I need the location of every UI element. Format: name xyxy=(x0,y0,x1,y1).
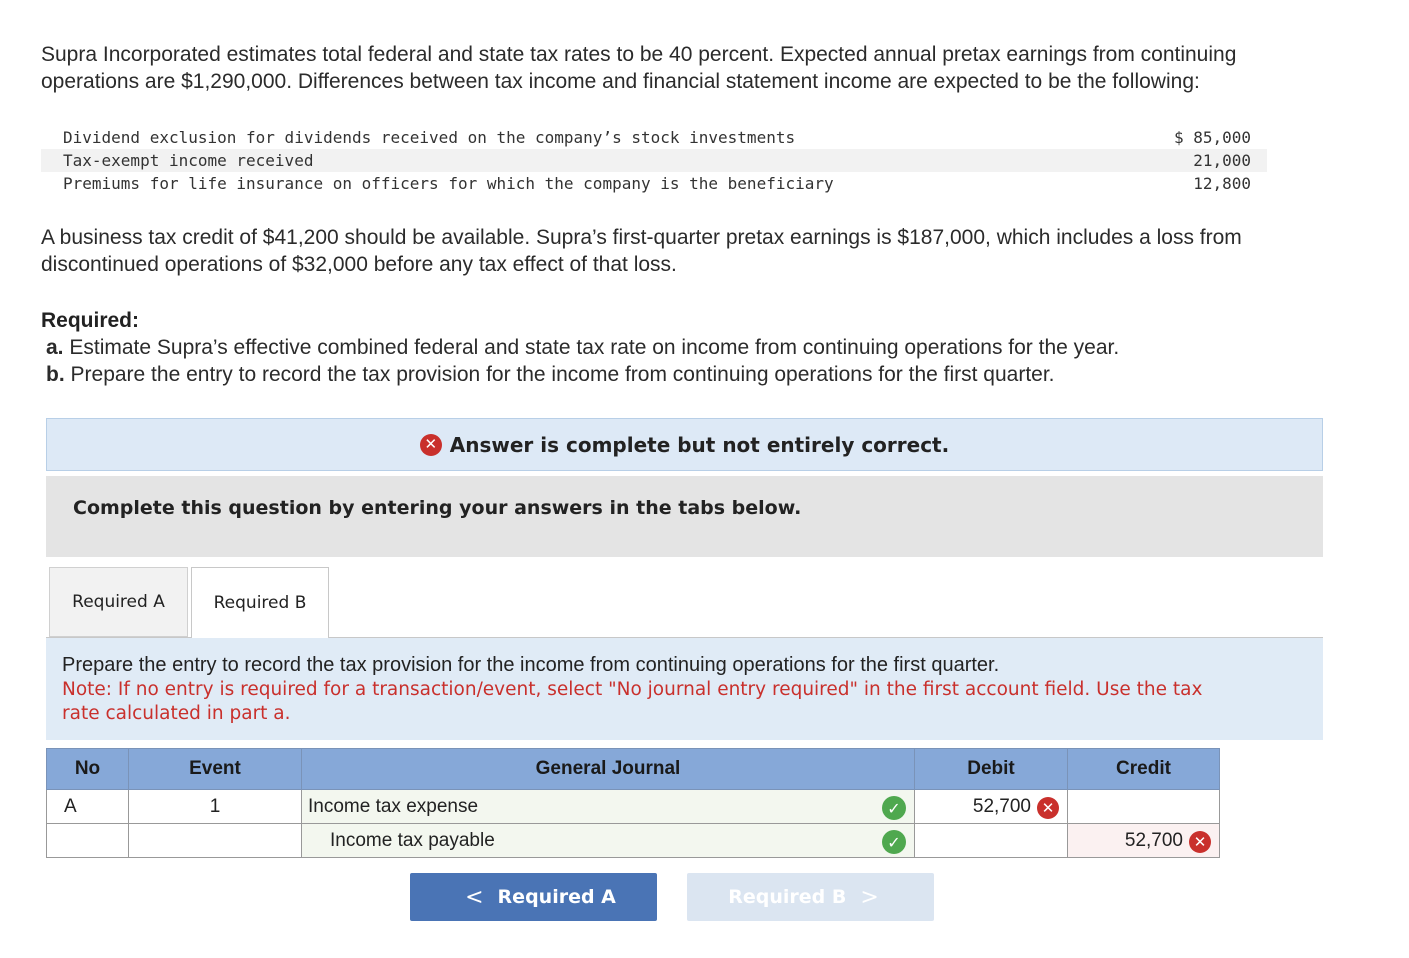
required-b-text: Prepare the entry to record the tax prov… xyxy=(70,363,1055,386)
difference-row: Tax-exempt income received 21,000 xyxy=(41,149,1267,172)
credit-line-2: discontinued operations of $32,000 befor… xyxy=(41,253,677,276)
difference-amount: $ 85,000 xyxy=(1173,128,1251,147)
prev-button-label: Required A xyxy=(497,886,616,908)
tab-label: Required A xyxy=(72,592,165,612)
difference-label: Tax-exempt income received xyxy=(63,151,314,170)
tab-prompt: Prepare the entry to record the tax prov… xyxy=(62,654,1000,676)
x-circle-icon: ✕ xyxy=(419,433,442,456)
problem-intro: Supra Incorporated estimates total feder… xyxy=(41,41,1401,95)
instruction-text: Complete this question by entering your … xyxy=(73,497,802,519)
tab-required-a[interactable]: Required A xyxy=(49,567,188,637)
tab-required-b[interactable]: Required B xyxy=(191,567,329,638)
required-b-label: b. xyxy=(46,363,65,386)
differences-table: Dividend exclusion for dividends receive… xyxy=(41,126,1267,195)
required-a-label: a. xyxy=(46,336,64,359)
difference-amount: 21,000 xyxy=(1193,151,1251,170)
account-name: Income tax expense xyxy=(308,795,479,817)
intro-line-1: Supra Incorporated estimates total feder… xyxy=(41,43,1237,66)
note-line-2: rate calculated in part a. xyxy=(62,703,291,724)
difference-row: Dividend exclusion for dividends receive… xyxy=(41,126,1267,149)
tab-note: Note: If no entry is required for a tran… xyxy=(62,678,1302,726)
header-event: Event xyxy=(128,748,302,790)
intro-line-2: operations are $1,290,000. Differences b… xyxy=(41,70,1200,93)
x-circle-icon: ✕ xyxy=(1189,831,1211,853)
account-field[interactable]: Income tax payable ✓ xyxy=(301,823,915,858)
account-name: Income tax payable xyxy=(330,829,495,851)
difference-label: Dividend exclusion for dividends receive… xyxy=(63,128,796,147)
note-line-1: Note: If no entry is required for a tran… xyxy=(62,679,1203,700)
table-row: Income tax payable ✓ 52,700 ✕ xyxy=(46,823,1220,858)
chevron-right-icon: > xyxy=(860,884,879,910)
cell-no: A xyxy=(46,789,129,824)
header-general-journal: General Journal xyxy=(301,748,915,790)
general-journal-table: No Event General Journal Debit Credit A … xyxy=(46,748,1220,858)
banner-text: Answer is complete but not entirely corr… xyxy=(449,432,950,457)
cell-event xyxy=(128,823,302,858)
prev-required-a-button[interactable]: < Required A xyxy=(410,873,657,921)
cell-event: 1 xyxy=(128,789,302,824)
answer-status-banner: ✕ Answer is complete but not entirely co… xyxy=(46,418,1323,471)
required-item-a: a. Estimate Supra’s effective combined f… xyxy=(46,336,1119,360)
difference-amount: 12,800 xyxy=(1193,174,1251,193)
tab-instructions: Prepare the entry to record the tax prov… xyxy=(46,638,1323,740)
header-no: No xyxy=(46,748,129,790)
debit-field[interactable]: 52,700 ✕ xyxy=(914,789,1068,824)
account-field[interactable]: Income tax expense ✓ xyxy=(301,789,915,824)
cell-no xyxy=(46,823,129,858)
credit-field[interactable]: 52,700 ✕ xyxy=(1067,823,1220,858)
tax-credit-paragraph: A business tax credit of $41,200 should … xyxy=(41,224,1401,278)
instruction-box: Complete this question by entering your … xyxy=(46,476,1323,557)
chevron-left-icon: < xyxy=(465,884,484,910)
x-circle-icon: ✕ xyxy=(1037,797,1059,819)
header-credit: Credit xyxy=(1067,748,1220,790)
debit-field[interactable] xyxy=(914,823,1068,858)
required-a-text: Estimate Supra’s effective combined fede… xyxy=(69,336,1120,359)
tab-label: Required B xyxy=(213,593,307,613)
check-circle-icon: ✓ xyxy=(882,796,906,820)
check-circle-icon: ✓ xyxy=(882,830,906,854)
debit-value: 52,700 xyxy=(972,795,1031,817)
difference-row: Premiums for life insurance on officers … xyxy=(41,172,1267,195)
header-debit: Debit xyxy=(914,748,1068,790)
next-button-label: Required B xyxy=(728,886,847,908)
credit-line-1: A business tax credit of $41,200 should … xyxy=(41,226,1242,249)
difference-label: Premiums for life insurance on officers … xyxy=(63,174,834,193)
required-heading: Required: xyxy=(41,309,140,332)
journal-header-row: No Event General Journal Debit Credit xyxy=(46,748,1220,790)
next-required-b-button[interactable]: Required B > xyxy=(687,873,934,921)
credit-field[interactable] xyxy=(1067,789,1220,824)
required-item-b: b. Prepare the entry to record the tax p… xyxy=(46,363,1055,387)
table-row: A 1 Income tax expense ✓ 52,700 ✕ xyxy=(46,789,1220,824)
credit-value: 52,700 xyxy=(1124,829,1183,851)
